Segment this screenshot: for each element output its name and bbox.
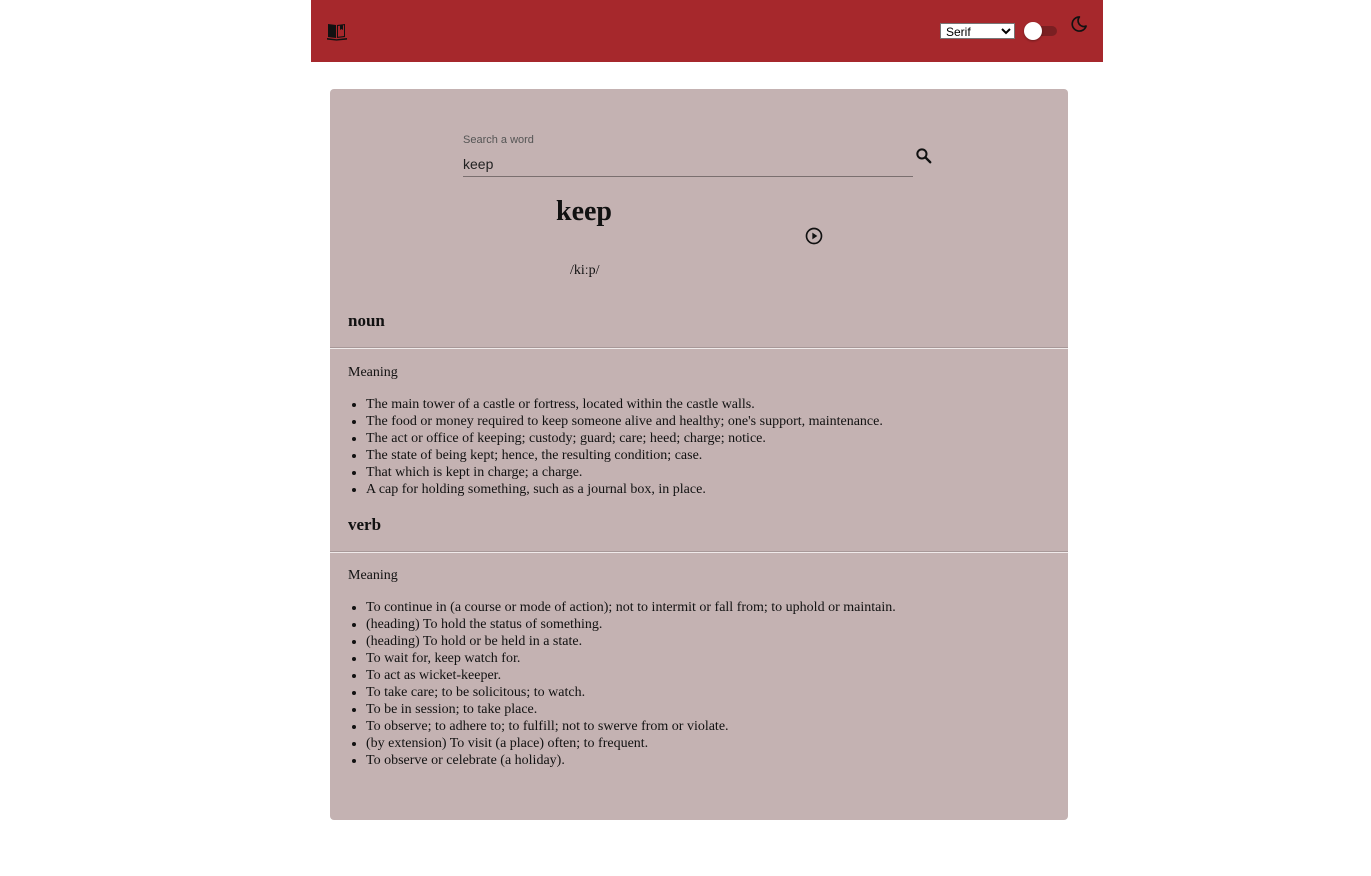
list-item: To be in session; to take place. <box>366 701 1066 718</box>
list-item: To wait for, keep watch for. <box>366 650 1066 667</box>
list-item: The food or money required to keep someo… <box>366 413 1066 430</box>
list-item: To take care; to be solicitous; to watch… <box>366 684 1066 701</box>
list-item: To observe or celebrate (a holiday). <box>366 752 1066 769</box>
part-of-speech-noun: noun <box>348 311 385 330</box>
list-item: (heading) To hold the status of somethin… <box>366 616 1066 633</box>
list-item: The act or office of keeping; custody; g… <box>366 430 1066 447</box>
list-item: That which is kept in charge; a charge. <box>366 464 1066 481</box>
verb-definitions: To continue in (a course or mode of acti… <box>348 599 1066 769</box>
search-icon[interactable] <box>914 146 934 166</box>
section-divider <box>330 551 1068 553</box>
list-item: A cap for holding something, such as a j… <box>366 481 1066 498</box>
toggle-thumb <box>1024 22 1042 40</box>
top-bar: Serif <box>311 0 1103 62</box>
theme-toggle[interactable] <box>1023 22 1059 40</box>
font-family-select[interactable]: Serif <box>940 23 1015 39</box>
book-icon[interactable] <box>326 21 348 41</box>
list-item: To continue in (a course or mode of acti… <box>366 599 1066 616</box>
moon-icon[interactable] <box>1069 14 1089 34</box>
noun-definitions: The main tower of a castle or fortress, … <box>348 396 1066 498</box>
part-of-speech-verb: verb <box>348 515 382 534</box>
list-item: The main tower of a castle or fortress, … <box>366 396 1066 413</box>
list-item: (heading) To hold or be held in a state. <box>366 633 1066 650</box>
word-title: keep <box>556 196 612 227</box>
phonetic-text: /kiːp/ <box>570 263 600 278</box>
list-item: (by extension) To visit (a place) often;… <box>366 735 1066 752</box>
play-circle-icon[interactable] <box>804 226 824 246</box>
section-divider <box>330 347 1068 349</box>
search-label: Search a word <box>463 134 534 146</box>
list-item: The state of being kept; hence, the resu… <box>366 447 1066 464</box>
list-item: To observe; to adhere to; to fulfill; no… <box>366 718 1066 735</box>
definition-card: Search a word keep /kiːp/ noun Meaning T… <box>330 89 1068 820</box>
search-input[interactable] <box>463 152 913 177</box>
meaning-label: Meaning <box>348 365 398 380</box>
list-item: To act as wicket-keeper. <box>366 667 1066 684</box>
meaning-label: Meaning <box>348 568 398 583</box>
